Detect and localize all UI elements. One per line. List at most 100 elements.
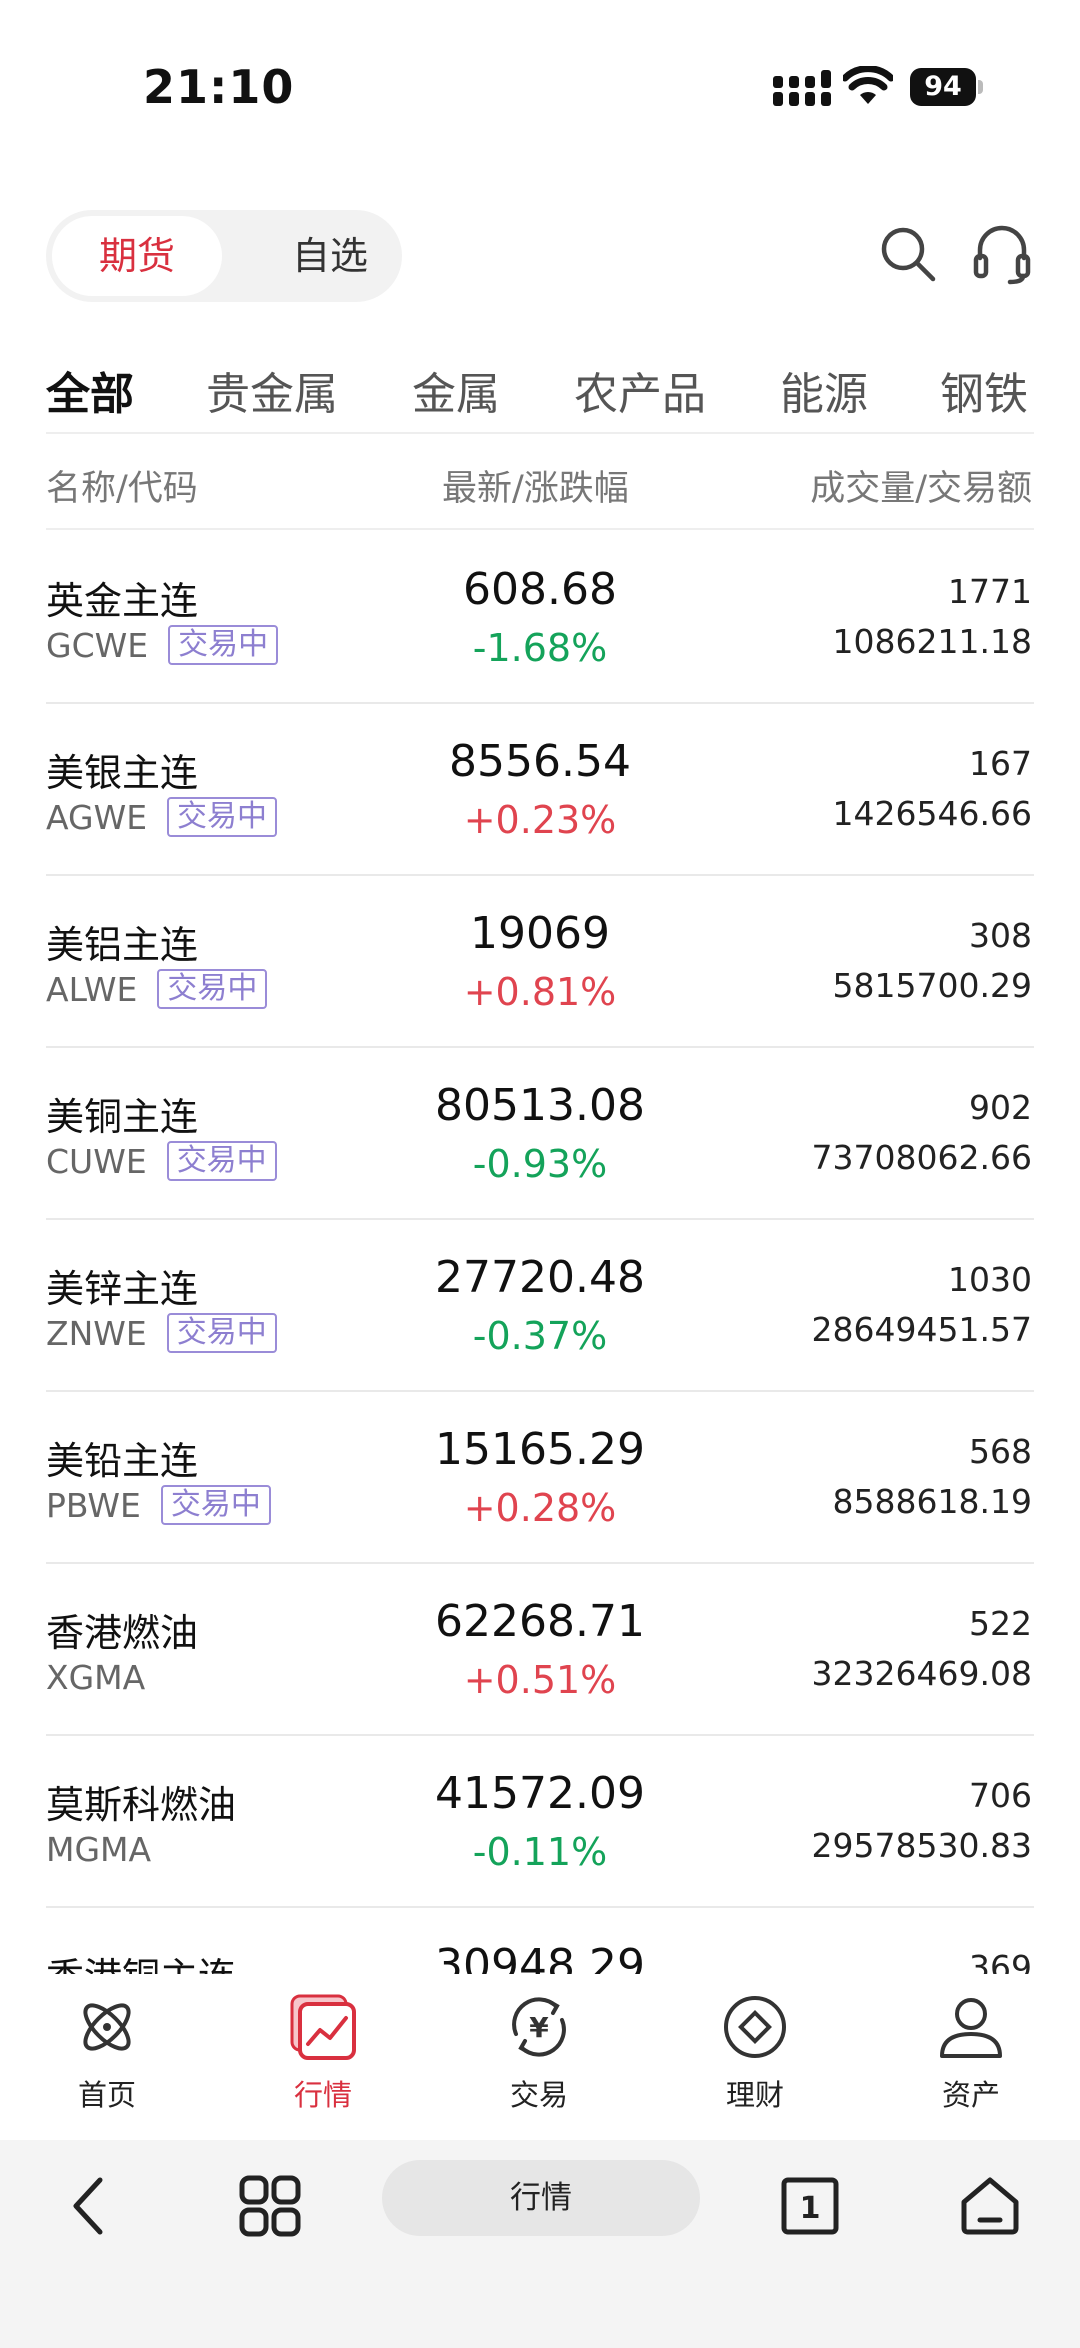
- tabs-count-icon[interactable]: 1: [772, 2168, 848, 2244]
- row-name: 香港燃油: [46, 1611, 199, 1655]
- trading-status-badge: 交易中: [168, 625, 279, 665]
- row-amount: 32326469.08: [811, 1654, 1032, 1693]
- quote-row[interactable]: 莫斯科燃油 MGMA 41572.09 -0.11% 706 29578530.…: [0, 1736, 1080, 1908]
- nav-assets[interactable]: 资产: [901, 1992, 1041, 2132]
- row-change: -0.93%: [472, 1142, 608, 1186]
- row-name: 美铝主连: [46, 923, 199, 967]
- tab-agriculture[interactable]: 农产品: [574, 358, 706, 422]
- column-header-name: 名称/代码: [46, 469, 198, 509]
- battery-level: 94: [910, 68, 976, 106]
- tab-energy[interactable]: 能源: [780, 358, 868, 422]
- row-price: 15165.29: [435, 1424, 645, 1475]
- row-amount: 5815700.29: [832, 966, 1032, 1005]
- svg-text:¥: ¥: [529, 2011, 549, 2044]
- nav-trade[interactable]: ¥ 交易: [469, 1992, 609, 2132]
- browser-toolbar: 行情 1: [0, 2140, 1080, 2348]
- segment-futures[interactable]: 期货: [52, 216, 222, 296]
- browser-page-title[interactable]: 行情: [382, 2160, 700, 2236]
- quote-row[interactable]: 美锌主连 ZNWE 交易中 27720.48 -0.37% 1030 28649…: [0, 1220, 1080, 1392]
- quote-row[interactable]: 美银主连 AGWE 交易中 8556.54 +0.23% 167 1426546…: [0, 704, 1080, 876]
- trade-yuan-icon: ¥: [512, 1997, 566, 2057]
- row-code: GCWE: [46, 625, 149, 665]
- row-code: PBWE: [46, 1485, 141, 1525]
- row-code-group: MGMA: [46, 1828, 151, 1870]
- row-amount: 73708062.66: [811, 1138, 1032, 1177]
- status-time: 21:10: [143, 60, 295, 114]
- row-code: XGMA: [46, 1657, 146, 1697]
- quote-row[interactable]: 香港燃油 XGMA 62268.71 +0.51% 522 32326469.0…: [0, 1564, 1080, 1736]
- row-volume: 1030: [948, 1260, 1032, 1299]
- app-screen: 21:10 94 期货 自选 全部 贵金属 金属 农产品 能源 钢铁 名称/代码…: [0, 0, 1080, 2348]
- row-name: 美铅主连: [46, 1439, 199, 1483]
- row-price: 8556.54: [449, 736, 631, 787]
- tab-count: 1: [800, 2191, 821, 2226]
- user-asset-icon: [940, 1998, 1002, 2058]
- row-change: +0.51%: [463, 1658, 617, 1702]
- quote-row[interactable]: 英金主连 GCWE 交易中 608.68 -1.68% 1771 1086211…: [0, 532, 1080, 704]
- tab-precious-metals[interactable]: 贵金属: [206, 358, 338, 422]
- row-price: 608.68: [463, 564, 617, 615]
- trading-status-badge: 交易中: [157, 969, 268, 1009]
- customer-service-icon[interactable]: [970, 222, 1034, 286]
- grid-menu-icon[interactable]: [232, 2168, 308, 2244]
- category-tabs: 全部 贵金属 金属 农产品 能源 钢铁: [0, 350, 1080, 434]
- row-code: CUWE: [46, 1141, 147, 1181]
- nav-label: 行情: [293, 2078, 352, 2112]
- row-name: 英金主连: [46, 579, 199, 623]
- row-amount: 28649451.57: [811, 1310, 1032, 1349]
- row-volume: 1771: [948, 572, 1032, 611]
- nav-label: 资产: [941, 2078, 1000, 2112]
- row-price: 41572.09: [435, 1768, 645, 1819]
- quote-row[interactable]: 美铅主连 PBWE 交易中 15165.29 +0.28% 568 858861…: [0, 1392, 1080, 1564]
- row-volume: 369: [969, 1948, 1032, 1974]
- battery-tip: [978, 80, 983, 94]
- home-atom-icon: [83, 2003, 131, 2051]
- row-code-group: AGWE 交易中: [46, 796, 278, 838]
- row-change: +0.28%: [463, 1486, 617, 1530]
- nav-label: 首页: [77, 2078, 136, 2112]
- row-volume: 167: [969, 744, 1032, 783]
- row-code: ALWE: [46, 969, 138, 1009]
- row-volume: 522: [969, 1604, 1032, 1643]
- row-name: 美银主连: [46, 751, 199, 795]
- row-amount: 1086211.18: [832, 622, 1032, 661]
- wifi-icon: [843, 66, 893, 104]
- search-icon[interactable]: [876, 222, 940, 286]
- row-change: +0.23%: [463, 798, 617, 842]
- row-code-group: ZNWE 交易中: [46, 1312, 277, 1354]
- segment-watchlist[interactable]: 自选: [264, 216, 396, 296]
- row-volume: 568: [969, 1432, 1032, 1471]
- row-name: 莫斯科燃油: [46, 1783, 237, 1827]
- row-code-group: PBWE 交易中: [46, 1484, 271, 1526]
- row-code: MGMA: [46, 1829, 152, 1869]
- row-code-group: ALWE 交易中: [46, 968, 268, 1010]
- row-code: ZNWE: [46, 1313, 147, 1353]
- trading-status-badge: 交易中: [166, 1313, 277, 1353]
- row-name: 美锌主连: [46, 1267, 199, 1311]
- column-header-volume[interactable]: 成交量/交易额: [810, 460, 1032, 511]
- tab-metals[interactable]: 金属: [412, 358, 500, 422]
- cellular-signal-icon: [773, 70, 831, 106]
- tab-all[interactable]: 全部: [46, 358, 134, 422]
- tab-steel[interactable]: 钢铁: [940, 358, 1028, 422]
- home-icon[interactable]: [952, 2168, 1028, 2244]
- row-volume: 902: [969, 1088, 1032, 1127]
- header-divider: [46, 528, 1034, 530]
- row-code-group: CUWE 交易中: [46, 1140, 277, 1182]
- tabs-divider: [46, 432, 1034, 434]
- bottom-nav: 首页 行情 ¥ 交易 理财 资产: [0, 1974, 1080, 2140]
- nav-finance[interactable]: 理财: [685, 1992, 825, 2132]
- battery-icon: 94: [910, 68, 984, 106]
- quote-row[interactable]: 美铜主连 CUWE 交易中 80513.08 -0.93% 902 737080…: [0, 1048, 1080, 1220]
- row-change: -0.11%: [472, 1830, 608, 1874]
- nav-home[interactable]: 首页: [37, 1992, 177, 2132]
- nav-label: 交易: [509, 2078, 568, 2112]
- row-name: 香港铜主连: [46, 1946, 236, 1974]
- quote-row[interactable]: 香港铜主连 30948.29 369: [0, 1908, 1080, 1974]
- back-icon[interactable]: [52, 2168, 128, 2244]
- row-price: 27720.48: [435, 1252, 645, 1303]
- nav-market[interactable]: 行情: [253, 1992, 393, 2132]
- quote-row[interactable]: 美铝主连 ALWE 交易中 19069 +0.81% 308 5815700.2…: [0, 876, 1080, 1048]
- quote-list: 英金主连 GCWE 交易中 608.68 -1.68% 1771 1086211…: [0, 532, 1080, 1974]
- row-code-group: GCWE 交易中: [46, 624, 279, 666]
